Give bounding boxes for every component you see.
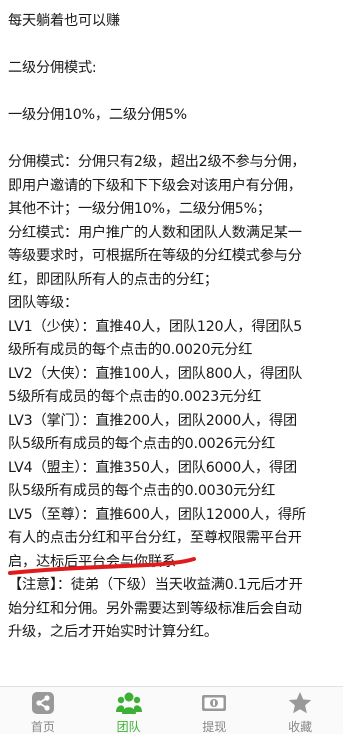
tab-withdraw[interactable]: 提现 bbox=[172, 687, 258, 734]
article-line: 有人的点击分红和平台分红，至尊权限需平台开 bbox=[8, 530, 302, 546]
article-line: LV4（盟主）：直推350人，团队6000人，得团 bbox=[8, 459, 297, 476]
article-line bbox=[8, 128, 335, 152]
article-line: 二级分佣模式: bbox=[8, 60, 97, 76]
bottom-tab-bar: 首页 团队 提现 收藏 bbox=[0, 686, 343, 734]
article-line: 即用户邀请的下级和下下级会对该用户有分佣， bbox=[8, 177, 302, 194]
article-line: 其他不计；一级分佣10%，二级分佣5%； bbox=[8, 201, 271, 217]
tab-label: 团队 bbox=[116, 720, 141, 734]
article-line bbox=[8, 34, 335, 58]
article-line: 始分红和分佣。另外需要达到等级标准后会自动 bbox=[8, 600, 302, 617]
article-line: 一级分佣10%，二级分佣5% bbox=[8, 107, 187, 123]
article-line: 级所有成员的每个点击的0.0020元分红 bbox=[8, 342, 253, 358]
article-line: 队5级所有成员的每个点击的0.0026元分红 bbox=[8, 436, 276, 452]
article-line: 等级要求时，可根据所在等级的分红模式参与分 bbox=[8, 248, 302, 264]
article-line: LV5（至尊）：直推600人，团队12000人，得所 bbox=[8, 506, 306, 523]
article-line bbox=[8, 81, 335, 105]
article-line: 每天躺着也可以赚 bbox=[8, 13, 120, 29]
article-line: 【注意】：徒弟（下级）当天收益满0.1元后才开 bbox=[8, 577, 303, 593]
article-line: 团队等级： bbox=[8, 295, 78, 311]
article-line: 分红模式：用户推广的人数和团队人数满足某一 bbox=[8, 224, 302, 241]
team-icon bbox=[115, 691, 142, 715]
article-line: LV2（大侠）：直推100人，团队800人，得团队 bbox=[8, 365, 303, 382]
article-line: 升级，之后才开始实时计算分红。 bbox=[8, 624, 218, 640]
article-line: LV1（少侠）：直推40人，团队120人，得团队5 bbox=[8, 318, 303, 335]
article-line: 分佣模式：分佣只有2级，超出2级不参与分佣， bbox=[8, 154, 306, 170]
article-line: 红，即团队所有人的点击的分红； bbox=[8, 271, 218, 288]
tab-label: 收藏 bbox=[288, 720, 313, 734]
cash-icon bbox=[201, 691, 227, 715]
article-line: 队5级所有成员的每个点击的0.0030元分红 bbox=[8, 483, 276, 499]
article-line: 启，达标后平台会与你联系 bbox=[8, 553, 176, 570]
tab-label: 首页 bbox=[30, 720, 55, 734]
tab-favorites[interactable]: 收藏 bbox=[257, 687, 343, 734]
article-line: LV3（掌门）：直推200人，团队2000人，得团 bbox=[8, 412, 297, 429]
star-icon bbox=[287, 691, 313, 715]
tab-team[interactable]: 团队 bbox=[86, 687, 172, 734]
share-icon bbox=[30, 691, 56, 715]
article-line: 5级所有成员的每个点击的0.0023元分红 bbox=[8, 389, 262, 405]
tab-label: 提现 bbox=[202, 720, 227, 734]
tab-home[interactable]: 首页 bbox=[0, 687, 86, 734]
article-body: 每天躺着也可以赚 二级分佣模式: 一级分佣10%，二级分佣5% 分佣模式：分佣只… bbox=[0, 0, 343, 686]
